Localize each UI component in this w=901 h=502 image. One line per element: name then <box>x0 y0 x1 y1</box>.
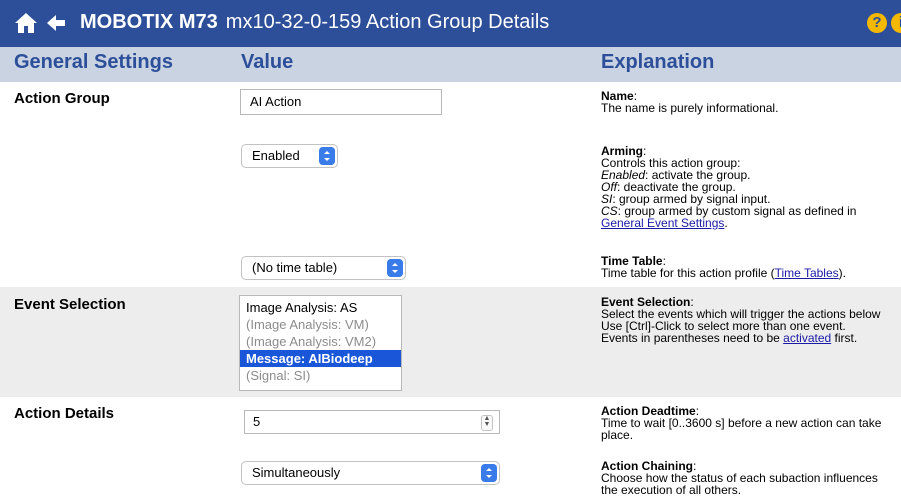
general-event-settings-link[interactable]: General Event Settings <box>601 216 724 230</box>
deadtime-value: 5 <box>253 414 261 429</box>
explanation-text: . <box>724 216 728 230</box>
event-option[interactable]: (Image Analysis: VM2) <box>240 333 401 350</box>
event-option[interactable]: (Signal: SI) <box>240 367 401 384</box>
info-icon[interactable]: i <box>891 13 901 33</box>
column-header-explanation: Explanation <box>601 51 715 73</box>
arming-select-value: Enabled <box>252 148 300 163</box>
time-table-select-value: (No time table) <box>252 260 338 275</box>
home-icon[interactable] <box>14 11 38 35</box>
event-option[interactable]: Image Analysis: AS <box>240 299 401 316</box>
title-bar: MOBOTIX M73 mx10-32-0-159 Action Group De… <box>0 0 901 47</box>
time-tables-link[interactable]: Time Tables <box>775 266 839 280</box>
column-header-row: General Settings Value Explanation <box>0 47 901 82</box>
explanation-deadtime: Action Deadtime: Time to wait [0..3600 s… <box>601 404 882 442</box>
select-arrows-icon <box>481 464 497 482</box>
explanation-text: first. <box>831 331 858 345</box>
column-header-settings: General Settings <box>14 51 173 73</box>
action-group-label: Action Group <box>14 90 110 107</box>
explanation-text: Time to wait [0..3600 s] before a new ac… <box>601 416 882 430</box>
select-arrows-icon <box>387 259 403 277</box>
explanation-text: ). <box>838 266 846 280</box>
action-chaining-value: Simultaneously <box>252 465 341 480</box>
action-details-label: Action Details <box>14 405 115 422</box>
explanation-text: Time table for this action profile ( <box>601 266 775 280</box>
page-title: MOBOTIX M73 mx10-32-0-159 Action Group De… <box>80 11 549 34</box>
explanation-text: place. <box>601 428 634 442</box>
explanation-arming: Arming: Controls this action group: Enab… <box>601 144 857 230</box>
explanation-text: the execution of all others. <box>601 483 742 497</box>
select-arrows-icon <box>319 147 335 165</box>
help-icon[interactable]: ? <box>867 13 887 33</box>
action-chaining-select[interactable]: Simultaneously <box>241 461 500 485</box>
deadtime-stepper[interactable]: 5 ▲ ▼ <box>244 410 500 434</box>
explanation-chaining: Action Chaining: Choose how the status o… <box>601 459 878 497</box>
event-option[interactable]: (Image Analysis: VM) <box>240 316 401 333</box>
explanation-time-table: Time Table: Time table for this action p… <box>601 254 846 280</box>
explanation-text: The name is purely informational. <box>601 101 779 115</box>
activated-link[interactable]: activated <box>783 331 831 345</box>
explanation-name: Name: The name is purely informational. <box>601 89 779 115</box>
event-selection-listbox[interactable]: Image Analysis: AS (Image Analysis: VM) … <box>239 295 402 391</box>
arming-select[interactable]: Enabled <box>241 144 338 168</box>
event-selection-label: Event Selection <box>14 296 126 313</box>
stepper-arrows-icon[interactable]: ▲ ▼ <box>481 415 493 431</box>
explanation-text: Events in parentheses need to be <box>601 331 784 345</box>
time-table-select[interactable]: (No time table) <box>241 256 406 280</box>
page-title-text: mx10-32-0-159 Action Group Details <box>225 11 550 33</box>
action-group-name-input[interactable]: AI Action <box>240 89 442 115</box>
camera-model: MOBOTIX M73 <box>80 11 218 33</box>
event-option-selected[interactable]: Message: AIBiodeep <box>240 350 401 367</box>
back-arrow-icon[interactable] <box>45 12 67 34</box>
column-header-value: Value <box>241 51 294 73</box>
explanation-event-selection: Event Selection: Select the events which… <box>601 295 881 345</box>
